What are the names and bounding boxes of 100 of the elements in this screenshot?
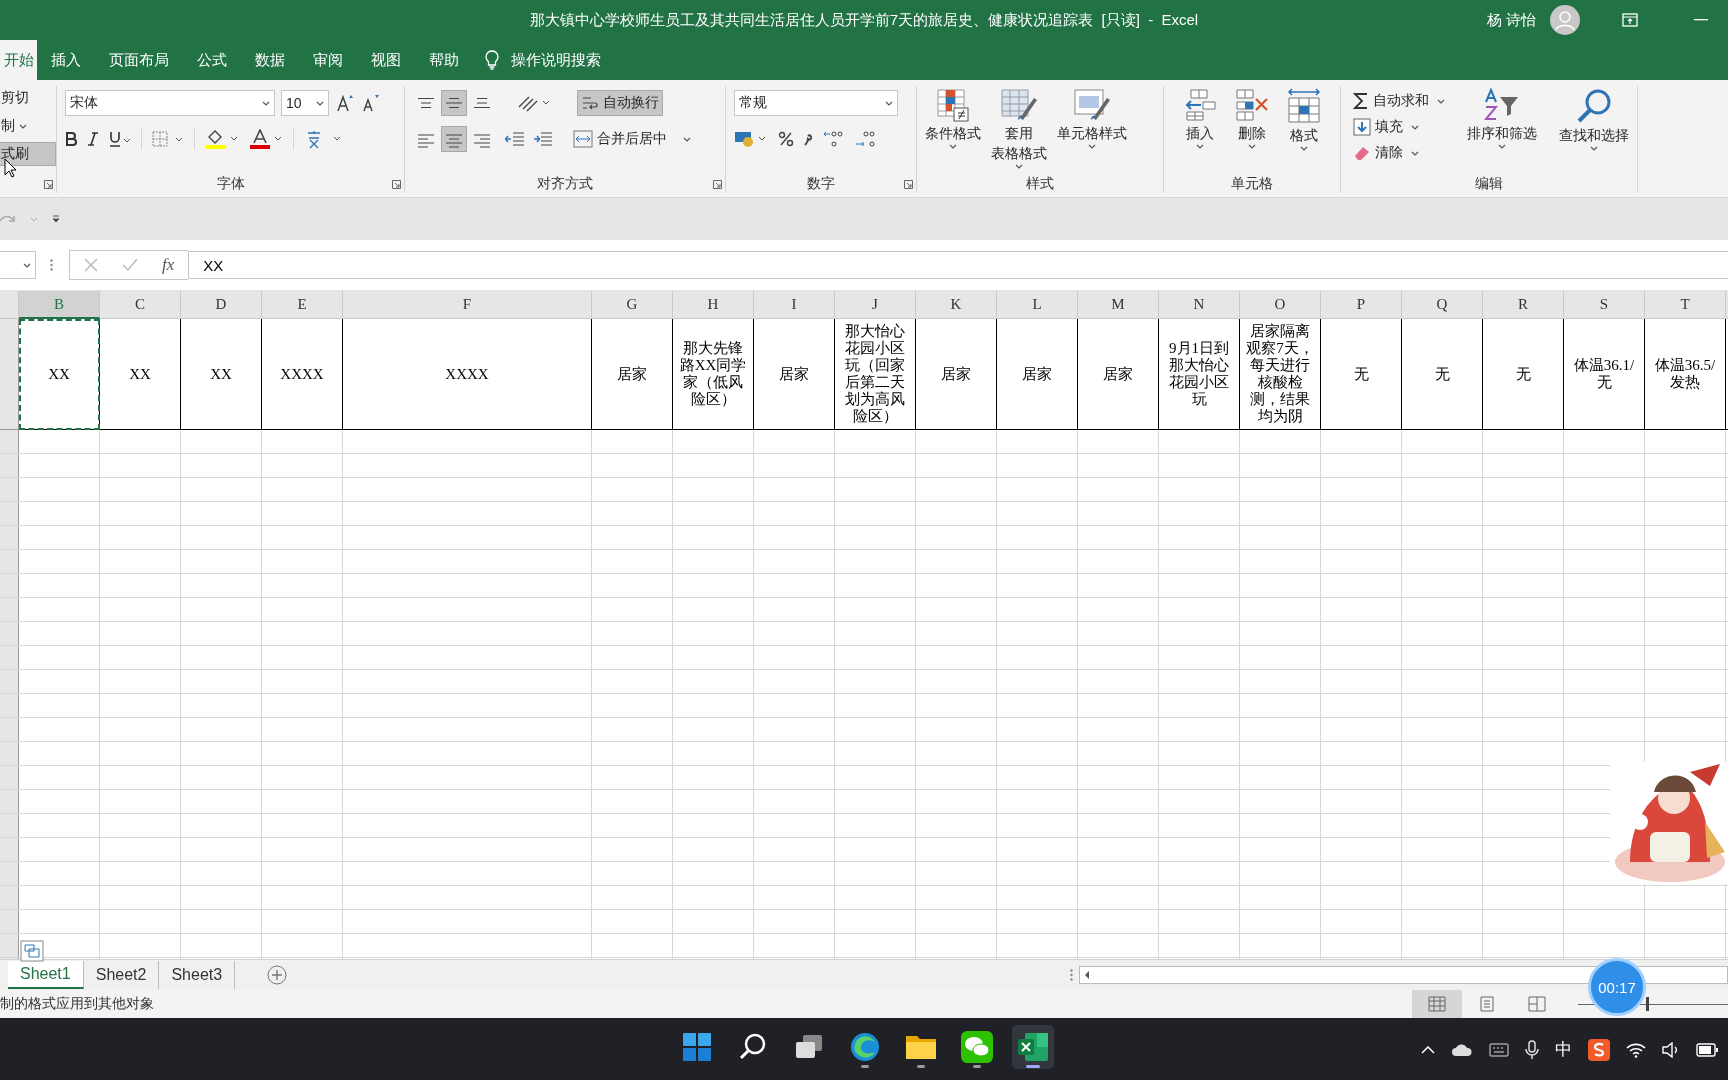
increase-decimal-icon[interactable] — [822, 129, 844, 149]
table-cell[interactable]: 体温36.5/发热 — [1645, 319, 1726, 430]
column-header[interactable]: K — [916, 291, 997, 319]
table-cell[interactable]: 无 — [1402, 319, 1483, 430]
tell-me-search[interactable]: 操作说明搜索 — [511, 50, 601, 70]
column-header[interactable]: P — [1321, 291, 1402, 319]
battery-icon[interactable] — [1696, 1042, 1718, 1057]
ribbon-tab[interactable]: 数据 — [241, 40, 299, 80]
ribbon-tab[interactable]: 审阅 — [299, 40, 357, 80]
table-cell[interactable]: XX — [181, 319, 262, 430]
input-method-indicator[interactable]: 中 — [1555, 1038, 1572, 1061]
wifi-icon[interactable] — [1626, 1041, 1646, 1058]
clipboard-button[interactable]: 式刷 — [0, 142, 56, 166]
input-method-app-icon[interactable] — [1588, 1038, 1610, 1061]
ribbon-tab[interactable]: 插入 — [37, 40, 95, 80]
fill-color-icon[interactable] — [205, 129, 239, 149]
italic-icon[interactable] — [87, 132, 99, 146]
ribbon-tab[interactable]: 视图 — [357, 40, 415, 80]
editing-button[interactable]: 自动求和 — [1349, 88, 1449, 114]
editing-button[interactable]: 填充 — [1349, 114, 1449, 140]
keyboard-icon[interactable] — [1489, 1042, 1509, 1057]
table-cell[interactable]: 居家 — [754, 319, 835, 430]
merge-center-button[interactable]: 合并后居中 — [569, 126, 695, 152]
table-cell[interactable]: 居家 — [1078, 319, 1159, 430]
font-size-dropdown[interactable]: 10 — [281, 90, 329, 116]
lightbulb-icon[interactable] — [485, 50, 499, 70]
wrap-text-button[interactable]: 自动换行 — [577, 90, 663, 116]
column-header[interactable]: H — [673, 291, 754, 319]
column-header[interactable]: J — [835, 291, 916, 319]
cells-button[interactable]: 格式 — [1283, 86, 1325, 173]
column-header[interactable]: S — [1564, 291, 1645, 319]
dialog-launcher-icon[interactable] — [44, 180, 53, 189]
ribbon-tab[interactable]: 公式 — [183, 40, 241, 80]
table-cell[interactable]: 无 — [1483, 319, 1564, 430]
windows-start-icon[interactable] — [682, 1032, 712, 1062]
dialog-launcher-icon[interactable] — [904, 180, 913, 189]
column-header[interactable]: M — [1078, 291, 1159, 319]
grow-font-icon[interactable] — [335, 93, 355, 113]
column-header[interactable]: D — [181, 291, 262, 319]
table-cell[interactable]: XXXX — [262, 319, 343, 430]
increase-indent-icon[interactable] — [533, 130, 553, 148]
dialog-launcher-icon[interactable] — [713, 180, 722, 189]
percent-icon[interactable] — [778, 131, 794, 147]
styles-button[interactable]: 条件格式 — [921, 86, 985, 173]
column-header[interactable]: B — [19, 291, 100, 319]
spreadsheet-app-icon[interactable] — [1017, 1032, 1049, 1062]
number-format-dropdown[interactable]: 常规 — [734, 90, 898, 116]
chat-app-icon[interactable] — [961, 1031, 993, 1063]
speaker-icon[interactable] — [1662, 1041, 1680, 1058]
table-cell[interactable]: 无 — [1321, 319, 1402, 430]
table-cell[interactable]: 居家 — [916, 319, 997, 430]
column-header[interactable]: L — [997, 291, 1078, 319]
decrease-decimal-icon[interactable] — [854, 129, 876, 149]
chevron-up-icon[interactable] — [1421, 1045, 1435, 1054]
font-name-dropdown[interactable]: 宋体 — [65, 90, 275, 116]
cells-button[interactable]: 删除 — [1231, 86, 1273, 173]
column-header[interactable]: C — [100, 291, 181, 319]
styles-button[interactable]: 单元格样式 — [1053, 86, 1131, 173]
formula-input[interactable]: XX — [188, 251, 1728, 279]
task-view-icon[interactable] — [794, 1033, 824, 1061]
column-header[interactable]: R — [1483, 291, 1564, 319]
ribbon-tab[interactable]: 帮助 — [415, 40, 473, 80]
ribbon-tab[interactable]: 页面布局 — [95, 40, 183, 80]
table-cell[interactable]: 居家 — [592, 319, 673, 430]
column-header[interactable]: E — [262, 291, 343, 319]
editing-button[interactable]: 排序和筛选 — [1462, 86, 1541, 173]
bold-icon[interactable] — [65, 132, 77, 146]
table-cell[interactable]: XXXX — [343, 319, 592, 430]
column-header[interactable]: I — [754, 291, 835, 319]
comma-icon[interactable] — [804, 132, 812, 146]
folder-icon[interactable] — [905, 1033, 937, 1061]
styles-button[interactable]: 套用 表格格式 — [987, 86, 1051, 173]
column-header[interactable]: O — [1240, 291, 1321, 319]
sheet-tab[interactable]: Sheet2 — [83, 961, 160, 989]
microphone-icon[interactable] — [1525, 1039, 1539, 1060]
editing-button[interactable]: 查找和选择 — [1554, 86, 1633, 173]
table-cell[interactable]: 9月1日到那大怡心花园小区玩 — [1159, 319, 1240, 430]
column-header[interactable]: T — [1645, 291, 1726, 319]
table-cell[interactable]: 那大怡心花园小区玩（回家后第二天划为高风险区） — [835, 319, 916, 430]
font-color-icon[interactable] — [249, 129, 283, 149]
table-cell[interactable]: XX — [100, 319, 181, 430]
add-sheet-icon[interactable] — [267, 965, 288, 985]
underline-icon[interactable] — [109, 131, 131, 147]
vertical-align-button[interactable] — [441, 90, 467, 116]
sheet-tab[interactable]: Sheet1 — [8, 961, 84, 989]
cells-button[interactable]: 插入 — [1179, 86, 1221, 173]
ribbon-display-icon[interactable] — [1622, 13, 1638, 27]
table-cell[interactable]: XX — [19, 319, 100, 430]
insert-function-button[interactable]: fx — [162, 255, 175, 275]
table-cell[interactable]: 居家 — [997, 319, 1078, 430]
dialog-launcher-icon[interactable] — [392, 180, 401, 189]
table-cell[interactable]: 居家隔离观察7天，每天进行核酸检测，结果均为阴 — [1240, 319, 1321, 430]
editing-button[interactable]: 清除 — [1349, 140, 1449, 166]
shrink-font-icon[interactable] — [361, 93, 381, 113]
clipboard-button[interactable]: 制 — [0, 114, 56, 138]
view-button[interactable] — [1412, 990, 1462, 1018]
horizontal-scrollbar[interactable] — [1079, 966, 1728, 984]
clipboard-button[interactable]: 剪切 — [0, 86, 56, 110]
column-header[interactable]: F — [343, 291, 592, 319]
table-cell[interactable]: 体温36.1/无 — [1564, 319, 1645, 430]
